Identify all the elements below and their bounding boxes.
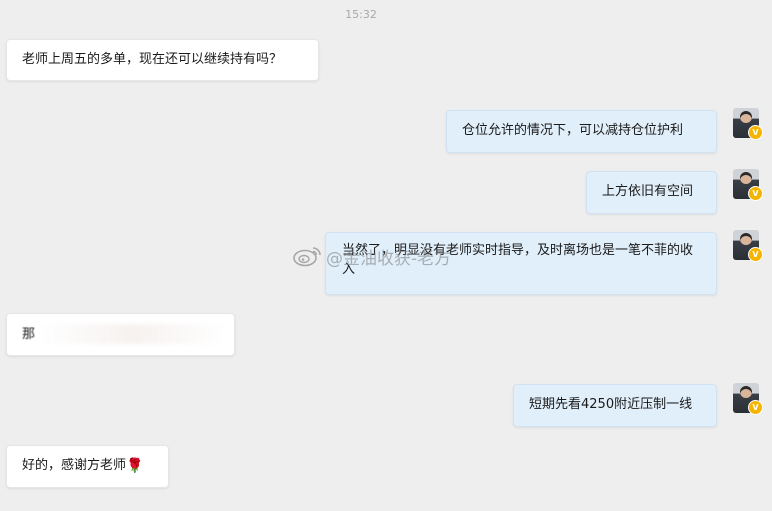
message-text: 短期先看4250附近压制一线 bbox=[529, 397, 693, 412]
verified-v-icon: V bbox=[748, 400, 763, 415]
message-bubble-outgoing[interactable]: 当然了，明显没有老师实时指导，及时离场也是一笔不菲的收入 bbox=[325, 232, 717, 295]
sender-avatar[interactable]: V bbox=[733, 108, 763, 140]
message-text: 上方依旧有空间 bbox=[602, 184, 694, 199]
message-text: 老师上周五的多单，现在还可以继续持有吗？ bbox=[22, 52, 283, 67]
verified-v-icon: V bbox=[748, 186, 763, 201]
avatar-face bbox=[740, 172, 752, 184]
message-bubble-incoming[interactable]: 老师上周五的多单，现在还可以继续持有吗？ bbox=[6, 39, 319, 81]
sender-avatar[interactable]: V bbox=[733, 169, 763, 201]
message-timestamp: 15:32 bbox=[345, 8, 377, 21]
verified-v-icon: V bbox=[748, 247, 763, 262]
weibo-logo-icon bbox=[293, 247, 321, 267]
verified-v-icon: V bbox=[748, 125, 763, 140]
avatar-face bbox=[740, 233, 752, 245]
message-text: 仓位允许的情况下，可以减持仓位护利 bbox=[462, 123, 684, 138]
message-text: 当然了，明显没有老师实时指导，及时离场也是一笔不菲的收入 bbox=[342, 243, 694, 277]
message-bubble-incoming[interactable]: 那 bbox=[6, 313, 235, 356]
message-bubble-incoming[interactable]: 好的，感谢方老师🌹 bbox=[6, 445, 169, 488]
message-text: 那 bbox=[22, 327, 36, 342]
message-text: 好的，感谢方老师 bbox=[22, 458, 127, 473]
rose-emoji-icon: 🌹 bbox=[126, 458, 144, 474]
message-bubble-outgoing[interactable]: 短期先看4250附近压制一线 bbox=[513, 384, 717, 427]
message-bubble-outgoing[interactable]: 仓位允许的情况下，可以减持仓位护利 bbox=[446, 110, 717, 153]
avatar-face bbox=[740, 111, 752, 123]
sender-avatar[interactable]: V bbox=[733, 383, 763, 415]
avatar-face bbox=[740, 386, 752, 398]
redaction-blur bbox=[38, 324, 228, 344]
message-bubble-outgoing[interactable]: 上方依旧有空间 bbox=[586, 171, 717, 214]
sender-avatar[interactable]: V bbox=[733, 230, 763, 262]
